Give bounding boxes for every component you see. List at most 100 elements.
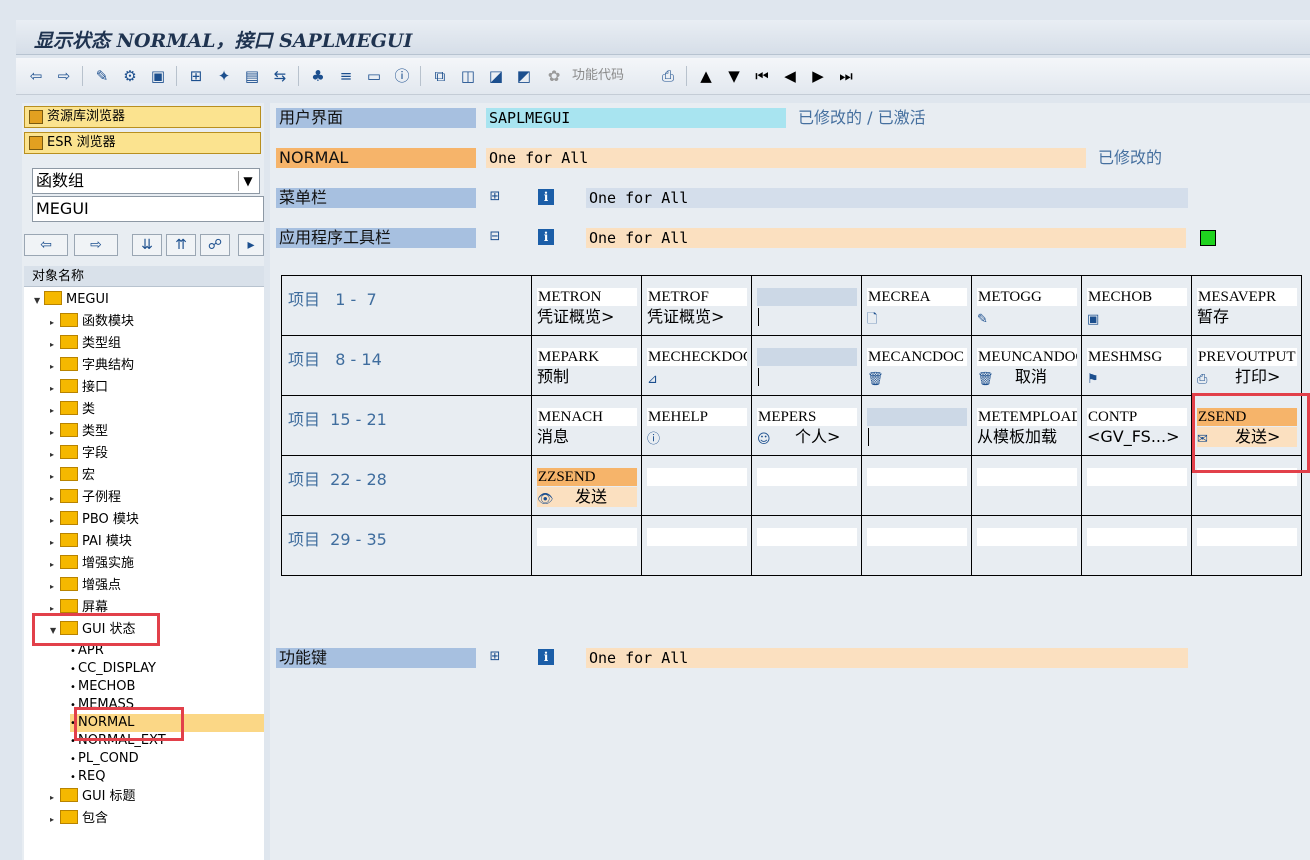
tree-folder[interactable]: ▸ PAI 模块 — [50, 532, 132, 552]
collapse-icon[interactable]: ⇈ — [166, 234, 196, 256]
forward-icon[interactable]: ⇨ — [54, 66, 74, 86]
function-code[interactable]: MECHOB — [1087, 288, 1187, 306]
chevron-down-icon[interactable]: ▼ — [238, 171, 257, 191]
tree-folder[interactable]: ▸ 接口 — [50, 378, 108, 398]
pushbutton-cell[interactable] — [751, 275, 862, 336]
function-code[interactable]: PREVOUTPUT — [1197, 348, 1297, 366]
function-code[interactable]: CONTP — [1087, 408, 1187, 426]
hierarchy-icon[interactable]: ♣ — [308, 66, 328, 86]
function-code[interactable] — [537, 528, 637, 546]
expand-menubar-icon[interactable]: ⊞ — [486, 188, 504, 206]
pushbutton-cell[interactable]: MENACH 消息 — [531, 395, 642, 456]
tile-icon[interactable]: ⧉ — [430, 66, 450, 86]
tree-folder[interactable]: ▸ 增强点 — [50, 576, 121, 596]
insert-icon[interactable]: ◫ — [458, 66, 478, 86]
magic-wand-icon[interactable]: ✦ — [214, 66, 234, 86]
pushbutton-cell[interactable] — [751, 335, 862, 396]
object-name-input[interactable]: MEGUI — [32, 196, 264, 222]
pushbutton-cell[interactable]: MEPARK 预制 — [531, 335, 642, 396]
pushbutton-cell[interactable]: MEHELP ⓘ — [641, 395, 752, 456]
scroll-down-icon[interactable]: ▼ — [724, 66, 744, 86]
tree-folder-includes[interactable]: ▸ 包含 — [50, 809, 108, 829]
pushbutton-cell[interactable] — [1081, 455, 1192, 516]
function-code[interactable] — [977, 468, 1077, 486]
pushbutton-cell[interactable]: MEPERS ☺ 个人> — [751, 395, 862, 456]
binoculars-icon[interactable]: ☍ — [200, 234, 230, 256]
function-code[interactable] — [757, 468, 857, 486]
print-icon[interactable]: ⎙ — [658, 66, 678, 86]
pushbutton-cell[interactable] — [971, 515, 1082, 576]
function-code[interactable]: METRON — [537, 288, 637, 306]
previous-page-icon[interactable]: ◀ — [780, 66, 800, 86]
pushbutton-cell[interactable]: MESHMSG ⚑ — [1081, 335, 1192, 396]
function-code[interactable]: MEPERS — [757, 408, 857, 426]
tree-status-item[interactable]: • REQ — [70, 768, 105, 786]
function-code[interactable] — [647, 468, 747, 486]
function-code[interactable] — [867, 408, 967, 426]
expand-icon[interactable]: ⇊ — [132, 234, 162, 256]
function-code[interactable] — [977, 528, 1077, 546]
pushbutton-cell[interactable]: METEMPLOAD 从模板加载 — [971, 395, 1082, 456]
tree-status-item[interactable]: • CC_DISPLAY — [70, 660, 156, 678]
tree-folder[interactable]: ▸ PBO 模块 — [50, 510, 139, 530]
tree-root[interactable]: ▼ MEGUI — [34, 290, 109, 310]
tree-folder[interactable]: ▸ 函数模块 — [50, 312, 134, 332]
function-code-icon[interactable]: ✿ — [544, 66, 564, 86]
function-keys-text[interactable]: One for All — [586, 648, 1188, 668]
function-code[interactable] — [757, 288, 857, 306]
pushbutton-cell[interactable]: MESAVEPR 暂存 — [1191, 275, 1302, 336]
layout-icon[interactable]: ▭ — [364, 66, 384, 86]
more-icon[interactable]: ▸ — [238, 234, 264, 256]
expand-function-keys-icon[interactable]: ⊞ — [486, 648, 504, 666]
pushbutton-cell[interactable]: MECHOB ▣ — [1081, 275, 1192, 336]
info-icon[interactable]: i — [538, 229, 554, 245]
pushbutton-cell[interactable]: CONTP <GV_FS...> — [1081, 395, 1192, 456]
function-code[interactable]: METOGG — [977, 288, 1077, 306]
pushbutton-cell[interactable] — [1191, 515, 1302, 576]
pushbutton-cell[interactable] — [971, 455, 1082, 516]
function-code[interactable]: MENACH — [537, 408, 637, 426]
pushbutton-cell[interactable]: MECANCDOC 🗑 — [861, 335, 972, 396]
pushbutton-cell[interactable] — [531, 515, 642, 576]
menubar-text[interactable]: One for All — [586, 188, 1188, 208]
tree-folder[interactable]: ▸ 类 — [50, 400, 95, 420]
scroll-up-icon[interactable]: ▲ — [696, 66, 716, 86]
function-code[interactable] — [757, 348, 857, 366]
function-code[interactable] — [1197, 528, 1297, 546]
activate-icon[interactable]: ▣ — [148, 66, 168, 86]
application-toolbar-text[interactable]: One for All — [586, 228, 1186, 248]
collapse-toolbar-icon[interactable]: ⊟ — [486, 228, 504, 246]
function-code[interactable] — [867, 528, 967, 546]
display-object-list-icon[interactable]: ▤ — [242, 66, 262, 86]
pushbutton-cell[interactable]: METOGG ✎ — [971, 275, 1082, 336]
align-icon[interactable]: ≡ — [336, 66, 356, 86]
function-code[interactable] — [647, 528, 747, 546]
info-icon[interactable]: ⓘ — [392, 66, 412, 86]
function-code[interactable]: MECREA — [867, 288, 967, 306]
pushbutton-cell[interactable]: ZZSEND 👁 发送 — [531, 455, 642, 516]
tree-folder[interactable]: ▸ 字典结构 — [50, 356, 134, 376]
tree-folder[interactable]: ▸ 子例程 — [50, 488, 121, 508]
next-object-button[interactable]: ⇨ — [74, 234, 118, 256]
function-code[interactable]: ZZSEND — [537, 468, 637, 486]
previous-object-button[interactable]: ⇦ — [24, 234, 68, 256]
function-code[interactable]: METEMPLOAD — [977, 408, 1077, 426]
pushbutton-cell[interactable]: MEUNCANDOC 🗑 取消 — [971, 335, 1082, 396]
info-icon[interactable]: i — [538, 649, 554, 665]
tree-folder[interactable]: ▸ 字段 — [50, 444, 108, 464]
info-icon[interactable]: i — [538, 189, 554, 205]
function-code[interactable] — [757, 528, 857, 546]
tree-status-item[interactable]: • MECHOB — [70, 678, 135, 696]
function-code[interactable]: MECANCDOC — [867, 348, 967, 366]
other-object-icon[interactable]: ✎ — [92, 66, 112, 86]
pushbutton-cell[interactable] — [751, 455, 862, 516]
pushbutton-cell[interactable] — [1081, 515, 1192, 576]
function-code[interactable]: MEHELP — [647, 408, 747, 426]
tree-folder[interactable]: ▸ 类型组 — [50, 334, 121, 354]
esr-browser-button[interactable]: ESR 浏览器 — [24, 132, 261, 154]
repository-browser-button[interactable]: 资源库浏览器 — [24, 106, 261, 128]
tree-folder-gui-title[interactable]: ▸ GUI 标题 — [50, 787, 136, 807]
function-code[interactable]: MEPARK — [537, 348, 637, 366]
next-page-icon[interactable]: ▶ — [808, 66, 828, 86]
pushbutton-cell[interactable]: METROF 凭证概览> — [641, 275, 752, 336]
